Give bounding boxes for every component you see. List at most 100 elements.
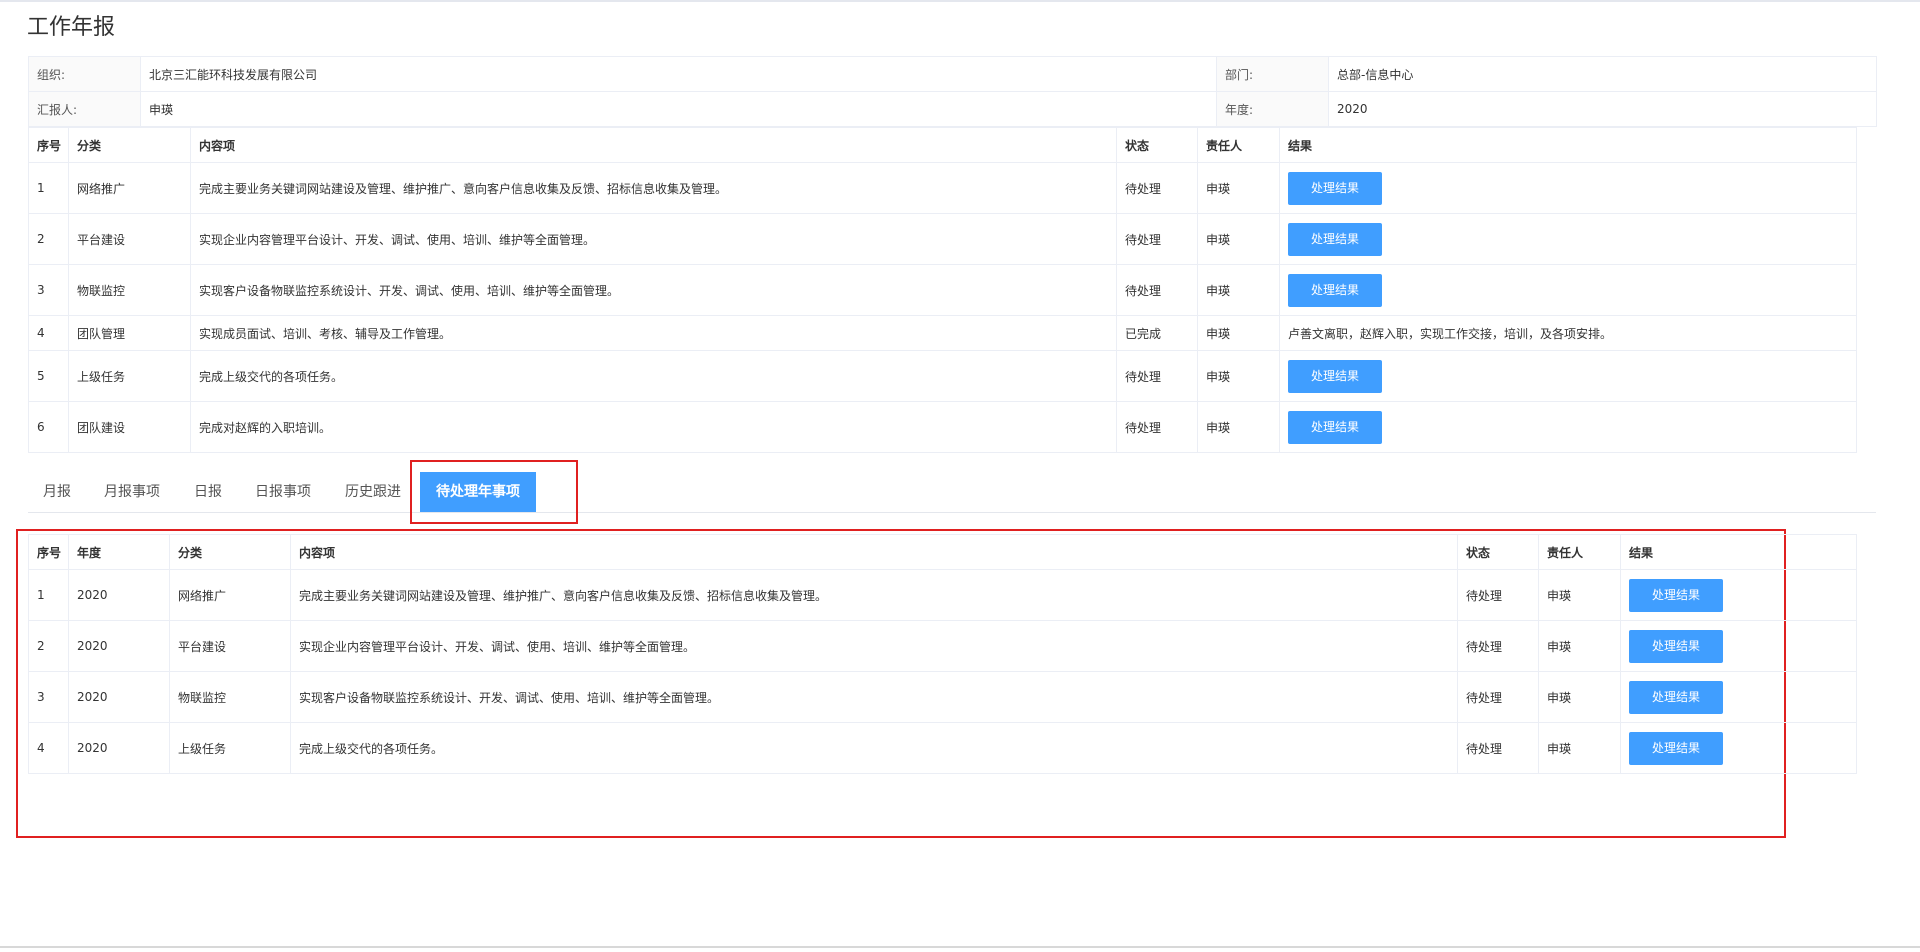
row-result: 处理结果 bbox=[1279, 162, 1857, 214]
row-no: 2 bbox=[28, 213, 69, 265]
process-result-button[interactable]: 处理结果 bbox=[1288, 222, 1382, 256]
row-year: 2020 bbox=[68, 569, 170, 621]
row-owner: 申瑛 bbox=[1197, 350, 1280, 402]
col-header-no: 序号 bbox=[28, 127, 69, 163]
process-result-button[interactable]: 处理结果 bbox=[1288, 171, 1382, 205]
row-content[interactable]: 实现企业内容管理平台设计、开发、调试、使用、培训、维护等全面管理。 bbox=[190, 213, 1117, 265]
top-divider bbox=[0, 0, 1920, 2]
row-status: 待处理 bbox=[1116, 213, 1198, 265]
tab-daily-report[interactable]: 日报 bbox=[194, 472, 222, 512]
col-header-year: 年度 bbox=[68, 534, 170, 570]
row-category: 物联监控 bbox=[169, 671, 291, 723]
row-result: 处理结果 bbox=[1279, 213, 1857, 265]
row-no: 4 bbox=[28, 315, 69, 351]
process-result-button[interactable]: 处理结果 bbox=[1288, 359, 1382, 393]
bottom-divider bbox=[0, 946, 1920, 948]
dept-value: 总部-信息中心 bbox=[1328, 56, 1877, 92]
col-header-status: 状态 bbox=[1457, 534, 1539, 570]
row-owner: 申瑛 bbox=[1197, 315, 1280, 351]
row-no: 2 bbox=[28, 620, 69, 672]
row-status: 待处理 bbox=[1457, 671, 1539, 723]
table-row: 3 2020 物联监控 实现客户设备物联监控系统设计、开发、调试、使用、培训、维… bbox=[28, 671, 1857, 723]
table-row: 1 2020 网络推广 完成主要业务关键词网站建设及管理、维护推广、意向客户信息… bbox=[28, 569, 1857, 621]
row-no: 4 bbox=[28, 722, 69, 774]
tab-highlight-box bbox=[410, 460, 578, 524]
row-result: 处理结果 bbox=[1620, 620, 1857, 672]
process-result-button[interactable]: 处理结果 bbox=[1629, 680, 1723, 714]
table-row: 2 2020 平台建设 实现企业内容管理平台设计、开发、调试、使用、培训、维护等… bbox=[28, 620, 1857, 672]
reporter-label: 汇报人: bbox=[28, 91, 141, 127]
tab-monthly-report[interactable]: 月报 bbox=[43, 472, 71, 512]
row-no: 1 bbox=[28, 569, 69, 621]
year-value: 2020 bbox=[1328, 91, 1877, 127]
tab-history-followup[interactable]: 历史跟进 bbox=[345, 472, 401, 512]
process-result-button[interactable]: 处理结果 bbox=[1629, 578, 1723, 612]
page-title: 工作年报 bbox=[27, 15, 116, 40]
row-result: 处理结果 bbox=[1620, 722, 1857, 774]
row-result: 处理结果 bbox=[1620, 671, 1857, 723]
org-value: 北京三汇能环科技发展有限公司 bbox=[140, 56, 1217, 92]
row-result: 处理结果 bbox=[1620, 569, 1857, 621]
tab-daily-items[interactable]: 日报事项 bbox=[255, 472, 311, 512]
row-status: 待处理 bbox=[1116, 350, 1198, 402]
row-content[interactable]: 完成主要业务关键词网站建设及管理、维护推广、意向客户信息收集及反馈、招标信息收集… bbox=[190, 162, 1117, 214]
col-header-no: 序号 bbox=[28, 534, 69, 570]
table-row: 4 2020 上级任务 完成上级交代的各项任务。 待处理 申瑛 处理结果 bbox=[28, 722, 1857, 774]
row-no: 3 bbox=[28, 671, 69, 723]
col-header-owner: 责任人 bbox=[1538, 534, 1621, 570]
info-row: 汇报人: 申瑛 年度: 2020 bbox=[28, 91, 1877, 127]
row-content[interactable]: 实现成员面试、培训、考核、辅导及工作管理。 bbox=[190, 315, 1117, 351]
process-result-button[interactable]: 处理结果 bbox=[1288, 410, 1382, 444]
report-info-table: 组织: 北京三汇能环科技发展有限公司 部门: 总部-信息中心 汇报人: 申瑛 年… bbox=[28, 56, 1877, 127]
row-status: 待处理 bbox=[1457, 569, 1539, 621]
table-row: 4 团队管理 实现成员面试、培训、考核、辅导及工作管理。 已完成 申瑛 卢善文离… bbox=[28, 315, 1857, 351]
row-category: 网络推广 bbox=[68, 162, 191, 214]
row-content[interactable]: 实现企业内容管理平台设计、开发、调试、使用、培训、维护等全面管理。 bbox=[290, 620, 1458, 672]
row-category: 平台建设 bbox=[169, 620, 291, 672]
row-content[interactable]: 完成对赵辉的入职培训。 bbox=[190, 401, 1117, 453]
col-header-result: 结果 bbox=[1620, 534, 1857, 570]
row-result: 处理结果 bbox=[1279, 264, 1857, 316]
col-header-category: 分类 bbox=[68, 127, 191, 163]
row-status: 待处理 bbox=[1116, 264, 1198, 316]
row-status: 待处理 bbox=[1116, 401, 1198, 453]
row-result-text: 卢善文离职，赵辉入职，实现工作交接，培训，及各项安排。 bbox=[1279, 315, 1857, 351]
row-result: 处理结果 bbox=[1279, 401, 1857, 453]
process-result-button[interactable]: 处理结果 bbox=[1629, 629, 1723, 663]
row-content[interactable]: 实现客户设备物联监控系统设计、开发、调试、使用、培训、维护等全面管理。 bbox=[190, 264, 1117, 316]
row-category: 网络推广 bbox=[169, 569, 291, 621]
row-content[interactable]: 完成上级交代的各项任务。 bbox=[290, 722, 1458, 774]
row-owner: 申瑛 bbox=[1197, 401, 1280, 453]
row-category: 物联监控 bbox=[68, 264, 191, 316]
col-header-category: 分类 bbox=[169, 534, 291, 570]
col-header-status: 状态 bbox=[1116, 127, 1198, 163]
row-owner: 申瑛 bbox=[1538, 722, 1621, 774]
col-header-owner: 责任人 bbox=[1197, 127, 1280, 163]
row-content[interactable]: 完成上级交代的各项任务。 bbox=[190, 350, 1117, 402]
row-no: 6 bbox=[28, 401, 69, 453]
table-row: 6 团队建设 完成对赵辉的入职培训。 待处理 申瑛 处理结果 bbox=[28, 401, 1857, 453]
tab-monthly-items[interactable]: 月报事项 bbox=[104, 472, 160, 512]
report-tabs: 月报 月报事项 日报 日报事项 历史跟进 待处理年事项 bbox=[28, 472, 1876, 513]
table-row: 1 网络推广 完成主要业务关键词网站建设及管理、维护推广、意向客户信息收集及反馈… bbox=[28, 162, 1857, 214]
col-header-content: 内容项 bbox=[190, 127, 1117, 163]
process-result-button[interactable]: 处理结果 bbox=[1629, 731, 1723, 765]
row-owner: 申瑛 bbox=[1197, 264, 1280, 316]
col-header-content: 内容项 bbox=[290, 534, 1458, 570]
reporter-value: 申瑛 bbox=[140, 91, 1217, 127]
row-no: 5 bbox=[28, 350, 69, 402]
row-year: 2020 bbox=[68, 620, 170, 672]
row-status: 待处理 bbox=[1457, 722, 1539, 774]
info-row: 组织: 北京三汇能环科技发展有限公司 部门: 总部-信息中心 bbox=[28, 56, 1877, 92]
row-owner: 申瑛 bbox=[1197, 162, 1280, 214]
process-result-button[interactable]: 处理结果 bbox=[1288, 273, 1382, 307]
dept-label: 部门: bbox=[1216, 56, 1329, 92]
row-category: 团队建设 bbox=[68, 401, 191, 453]
year-label: 年度: bbox=[1216, 91, 1329, 127]
row-status: 已完成 bbox=[1116, 315, 1198, 351]
row-content[interactable]: 实现客户设备物联监控系统设计、开发、调试、使用、培训、维护等全面管理。 bbox=[290, 671, 1458, 723]
pending-annual-items-table: 序号 年度 分类 内容项 状态 责任人 结果 1 2020 网络推广 完成主要业… bbox=[28, 534, 1857, 774]
row-content[interactable]: 完成主要业务关键词网站建设及管理、维护推广、意向客户信息收集及反馈、招标信息收集… bbox=[290, 569, 1458, 621]
table-row: 2 平台建设 实现企业内容管理平台设计、开发、调试、使用、培训、维护等全面管理。… bbox=[28, 213, 1857, 265]
row-owner: 申瑛 bbox=[1538, 569, 1621, 621]
